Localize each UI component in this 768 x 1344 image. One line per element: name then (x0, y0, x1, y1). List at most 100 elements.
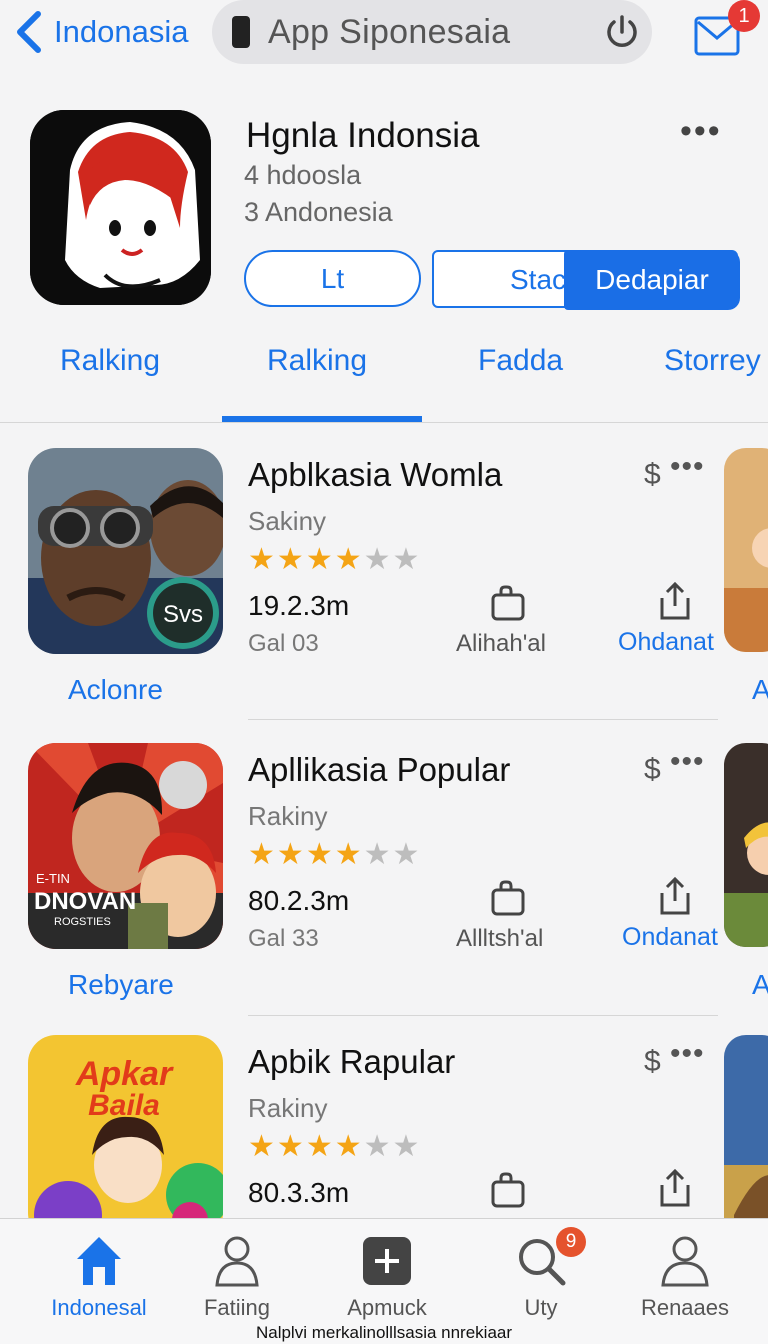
app-thumbnail[interactable]: E-TIN DNOVAN ROGSTIES (28, 743, 223, 949)
back-label: Indonasia (54, 14, 189, 49)
secondary-button[interactable]: Stac Dedapiar (432, 250, 740, 310)
row-more-icon[interactable]: ••• (670, 1037, 705, 1071)
nav-label: Renaaes (640, 1295, 730, 1320)
star-icon: ★ (363, 1130, 391, 1163)
price-icon: $ (644, 458, 661, 491)
action-label: Alihah'al (456, 630, 546, 657)
app-category: Sakiny (248, 506, 327, 536)
star-icon: ★ (392, 543, 420, 576)
row-caption[interactable]: Rebyare (68, 969, 174, 1001)
star-icon: ★ (363, 838, 391, 871)
primary-button[interactable]: Lt (244, 250, 421, 307)
bag-icon[interactable] (490, 879, 526, 917)
list-item[interactable]: Apkar Baila Apbik Rapular Rakiny ★ ★ ★ ★ ★ ★ … (0, 1035, 768, 1218)
app-category: Rakiny (248, 1093, 328, 1123)
thumb-text-2: Baila (88, 1089, 160, 1122)
nav-label: Fatiing (203, 1295, 271, 1320)
app-gal: Gal 03 (248, 630, 319, 657)
app-name[interactable]: Apllikasia Popular (248, 751, 510, 789)
app-size: 80.3.3m (248, 1177, 350, 1208)
share-icon[interactable] (656, 1167, 694, 1209)
peek-image (724, 1035, 768, 1218)
price-icon: $ (644, 753, 661, 786)
tab-fadda[interactable]: Fadda (478, 344, 563, 378)
app-title: Hgnla Indonsia (246, 116, 480, 155)
home-icon (77, 1237, 121, 1285)
star-icon: ★ (305, 838, 333, 871)
star-icon: ★ (276, 543, 304, 576)
nav-label: Indonesal (51, 1295, 147, 1320)
peek-image (724, 743, 768, 947)
nav-item-apmuck[interactable]: Apmuck (322, 1233, 452, 1321)
profile-icon (661, 1236, 709, 1287)
share-icon[interactable] (656, 580, 694, 622)
thumb-text-1: Apkar (75, 1055, 174, 1093)
more-options-icon[interactable]: ••• (680, 112, 722, 151)
tabs-divider (0, 422, 768, 423)
nav-item-renaaes[interactable]: Renaaes (620, 1233, 750, 1321)
star-icon: ★ (248, 838, 275, 871)
nav-label: Apmuck (347, 1295, 427, 1320)
tab-storrey[interactable]: Storrey (664, 344, 761, 378)
thumb-text-2: DNOVAN (34, 888, 136, 915)
top-bar: Indonasia App Siponesaia 1 (0, 0, 768, 70)
star-icon: ★ (363, 543, 391, 576)
download-link[interactable]: Ondanat (622, 923, 718, 952)
action-label: Allltsh'al (456, 925, 544, 952)
app-thumbnail[interactable]: Apkar Baila (28, 1035, 223, 1218)
star-icon: ★ (334, 543, 362, 576)
next-card-caption[interactable]: A (752, 969, 768, 1001)
next-card-peek[interactable] (724, 1035, 768, 1218)
thumb-badge-text: Svs (163, 601, 203, 628)
app-thumbnail[interactable]: Svs (28, 448, 223, 654)
back-button[interactable]: Indonasia (14, 8, 188, 56)
chevron-left-icon (17, 11, 41, 53)
rating-stars: ★ ★ ★ ★ ★ ★ (248, 544, 421, 576)
nav-label: Uty (524, 1295, 558, 1320)
next-card-peek[interactable] (724, 448, 768, 652)
star-icon: ★ (392, 1130, 420, 1163)
row-caption[interactable]: Aclonre (68, 674, 163, 706)
rating-stars: ★ ★ ★ ★ ★ ★ (248, 1131, 421, 1163)
app-gal: Gal 33 (248, 925, 319, 952)
app-name[interactable]: Apbik Rapular (248, 1043, 455, 1081)
add-icon (363, 1237, 411, 1285)
star-icon: ★ (305, 543, 333, 576)
thumbnail-image: Svs (28, 448, 223, 654)
row-more-icon[interactable]: ••• (670, 745, 705, 779)
tab-ralking-1[interactable]: Ralking (60, 344, 160, 378)
notification-badge: 9 (556, 1227, 586, 1257)
bag-icon[interactable] (490, 1171, 526, 1209)
app-subtitle-rank: 4 hdoosla (244, 160, 362, 190)
next-card-peek[interactable] (724, 743, 768, 947)
nav-item-home[interactable]: Indonesal (34, 1233, 164, 1321)
star-icon: ★ (276, 1130, 304, 1163)
app-subtitle-region: 3 Andonesia (244, 197, 393, 227)
thumb-text-3: ROGSTIES (54, 916, 111, 928)
row-more-icon[interactable]: ••• (670, 450, 705, 484)
row-divider (248, 719, 718, 720)
nav-item-uty[interactable]: 9 Uty (476, 1227, 606, 1321)
battery-icon (232, 16, 250, 48)
bag-icon[interactable] (490, 584, 526, 622)
search-bar[interactable]: App Siponesaia (212, 0, 652, 64)
star-icon: ★ (334, 1130, 362, 1163)
power-icon[interactable] (602, 12, 642, 52)
app-size: 19.2.3m (248, 590, 350, 621)
nav-item-fatiing[interactable]: Fatiing (172, 1233, 302, 1321)
download-link[interactable]: Ohdanat (618, 628, 714, 657)
next-card-caption[interactable]: A (752, 674, 768, 706)
peek-image (724, 448, 768, 652)
share-icon[interactable] (656, 875, 694, 917)
mail-badge: 1 (728, 0, 760, 32)
star-icon: ★ (248, 1130, 275, 1163)
rating-stars: ★ ★ ★ ★ ★ ★ (248, 839, 421, 871)
tab-ralking-2[interactable]: Ralking (267, 344, 367, 378)
highlight-button[interactable]: Dedapiar (564, 250, 740, 310)
person-icon (215, 1236, 259, 1287)
star-icon: ★ (334, 838, 362, 871)
app-icon[interactable] (30, 110, 211, 305)
app-name[interactable]: Apblkasia Womla (248, 456, 502, 494)
star-icon: ★ (248, 543, 275, 576)
search-text: App Siponesaia (268, 12, 511, 51)
